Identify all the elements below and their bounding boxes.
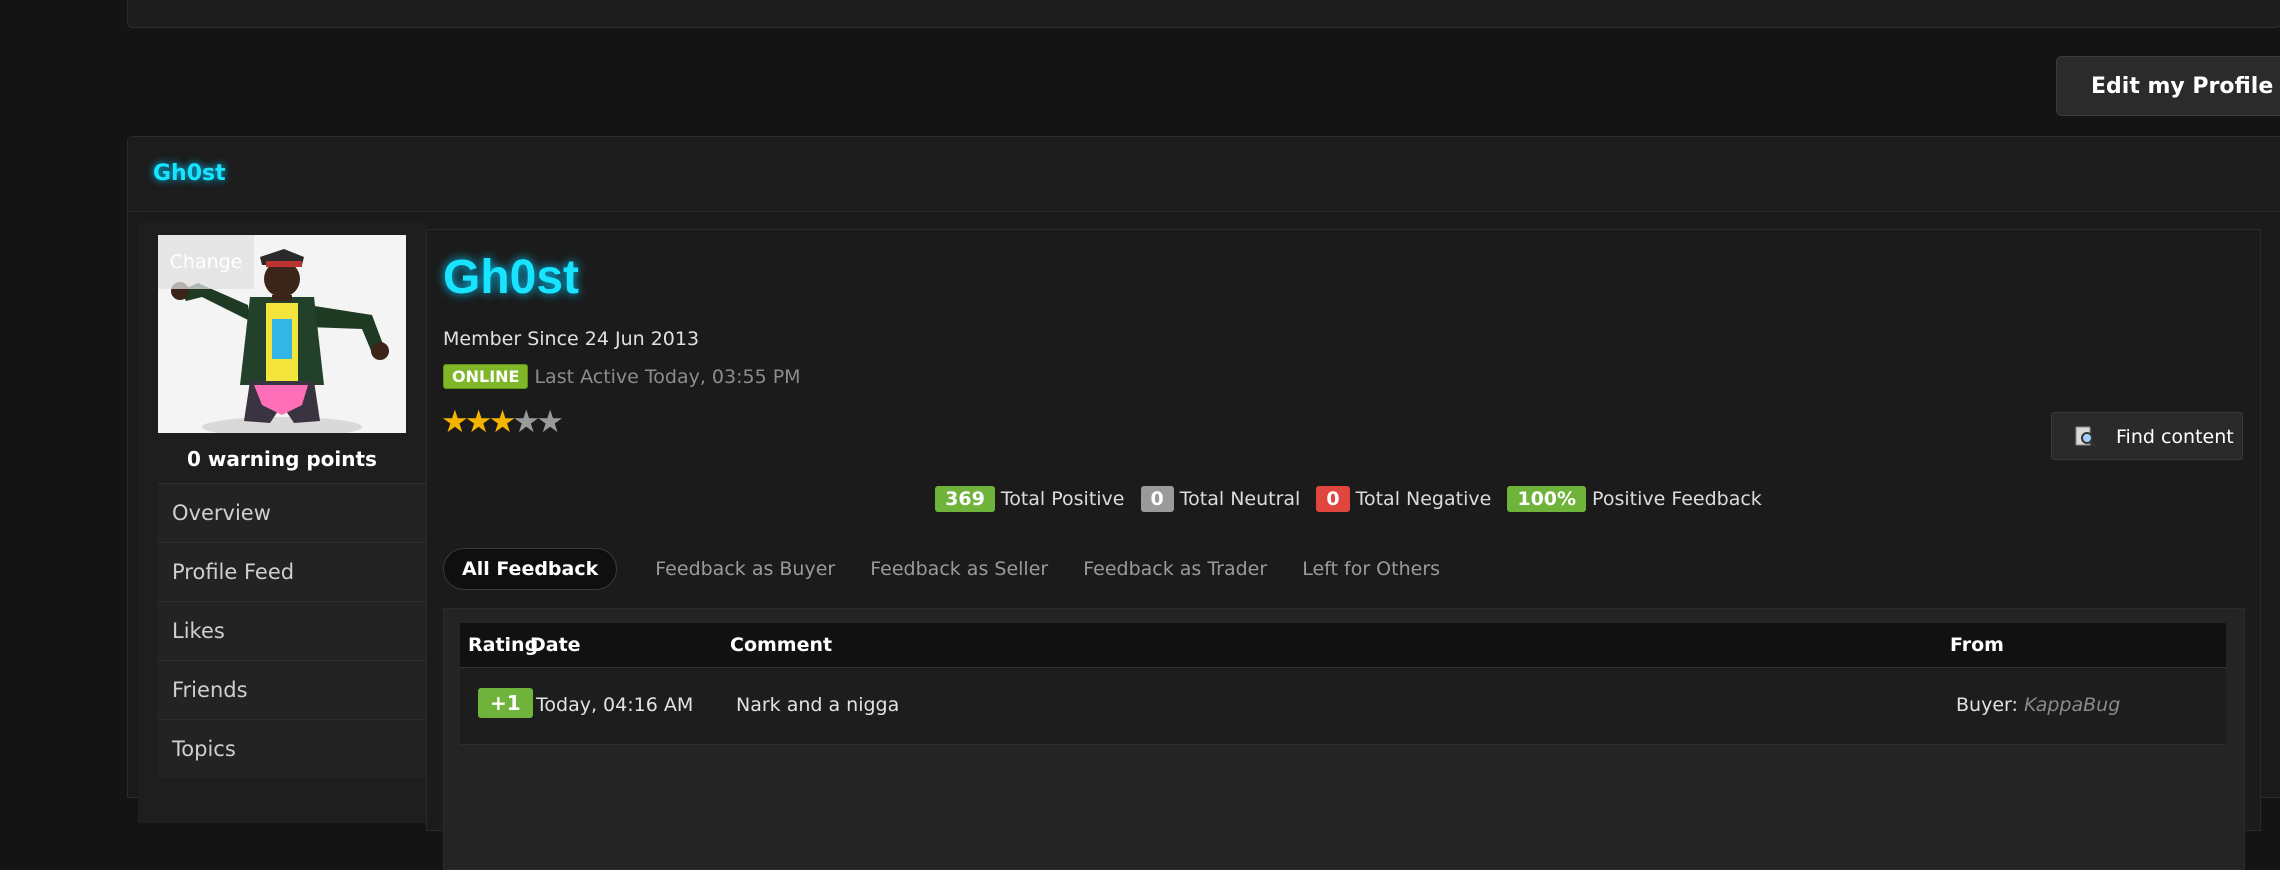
sidebar-item-topics[interactable]: Topics [158, 719, 426, 778]
column-comment: Comment [730, 634, 833, 656]
column-rating: Rating [468, 634, 539, 656]
last-active: Last Active Today, 03:55 PM [534, 366, 801, 388]
positive-percent-label: Positive Feedback [1592, 488, 1762, 510]
profile-panel: Gh0st Change 0 warning points Overview P… [127, 136, 2280, 870]
tab-feedback-as-trader[interactable]: Feedback as Trader [1083, 558, 1267, 580]
tab-feedback-as-seller[interactable]: Feedback as Seller [870, 558, 1048, 580]
find-content-label: Find content [2116, 426, 2234, 448]
tab-feedback-as-buyer[interactable]: Feedback as Buyer [655, 558, 835, 580]
table-row: +1 Today, 04:16 AM Nark and a nigga Buye… [460, 668, 2226, 745]
change-avatar-button[interactable]: Change [158, 235, 254, 289]
positive-label: Total Positive [1000, 488, 1125, 510]
negative-count-badge: 0 [1316, 486, 1350, 512]
warning-points: 0 warning points [187, 447, 377, 471]
positive-percent-badge: 100% [1507, 486, 1587, 512]
sidebar-item-friends[interactable]: Friends [158, 660, 426, 719]
row-from-user-link[interactable]: KappaBug [2024, 694, 2120, 716]
sidebar-item-profile-feed[interactable]: Profile Feed [158, 542, 426, 601]
profile-sidebar: Change 0 warning points Overview Profile… [138, 223, 426, 823]
online-badge: ONLINE [443, 364, 529, 389]
table-header: Rating Date Comment From [460, 623, 2226, 668]
row-from-role: Buyer: [1956, 694, 2018, 716]
neutral-count-badge: 0 [1140, 486, 1174, 512]
positive-count-badge: 369 [935, 486, 995, 512]
profile-header-name: Gh0st [153, 161, 226, 186]
feedback-summary: 369 Total Positive 0 Total Neutral 0 Total … [427, 486, 2260, 512]
tab-all-feedback[interactable]: All Feedback [443, 548, 618, 590]
row-comment: Nark and a nigga [736, 694, 900, 716]
top-panel-strip [127, 0, 2280, 28]
feedback-table: Rating Date Comment From +1 Today, 04:16… [443, 608, 2245, 870]
column-from: From [1950, 634, 2004, 656]
member-since: Member Since 24 Jun 2013 [443, 328, 700, 350]
profile-panel-header: Gh0st [128, 137, 2280, 212]
star-filled-icon: ★ [488, 404, 517, 440]
star-filled-icon: ★ [464, 404, 493, 440]
star-filled-icon: ★ [441, 404, 469, 440]
online-status: ONLINE Last Active Today, 03:55 PM [443, 364, 801, 389]
sidebar-item-likes[interactable]: Likes [158, 601, 426, 660]
page-title: Gh0st [443, 251, 580, 304]
star-empty-icon: ★ [512, 404, 540, 440]
neutral-label: Total Neutral [1179, 488, 1301, 510]
find-content-button[interactable]: Find content [2051, 412, 2243, 460]
sidebar-item-overview[interactable]: Overview [158, 483, 426, 542]
negative-label: Total Negative [1355, 488, 1492, 510]
star-empty-icon: ★ [536, 404, 564, 440]
profile-main: Gh0st Member Since 24 Jun 2013 ONLINE Las… [426, 229, 2261, 870]
row-from: Buyer: KappaBug [1956, 694, 2120, 716]
avatar[interactable]: Change [158, 235, 406, 433]
tab-left-for-others[interactable]: Left for Others [1302, 558, 1440, 580]
edit-profile-button[interactable]: Edit my Profile [2056, 56, 2280, 116]
feedback-tabs: All Feedback Feedback as Buyer Feedback … [443, 548, 1469, 590]
magnifier-icon [2075, 426, 2098, 449]
rating-badge: +1 [478, 688, 533, 718]
row-date: Today, 04:16 AM [536, 694, 694, 716]
rating-stars: ★★★★★ [441, 404, 564, 440]
column-date: Date [530, 634, 581, 656]
profile-nav: Overview Profile Feed Likes Friends Topi… [158, 483, 426, 778]
